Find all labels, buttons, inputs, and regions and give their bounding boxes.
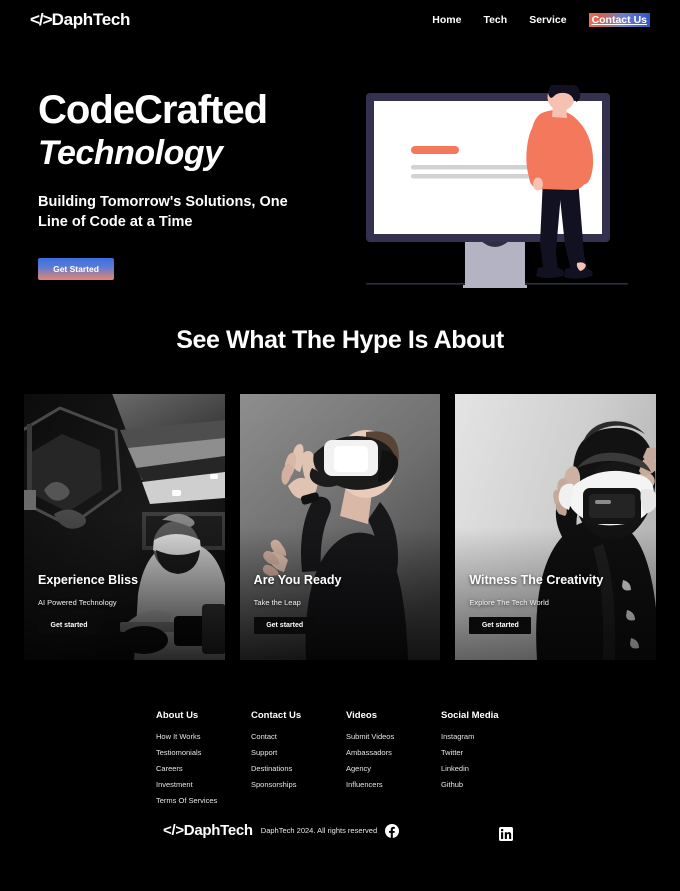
- footer-link-linkedin[interactable]: Linkedin: [441, 764, 561, 773]
- card-title-1: Experience Bliss: [38, 573, 139, 587]
- footer-bottom-inner: </>DaphTech DaphTech 2024. All rights re…: [163, 822, 400, 839]
- footer-bottom-bar: </>DaphTech DaphTech 2024. All rights re…: [0, 822, 680, 852]
- footer-link-ambassadors[interactable]: Ambassadors: [346, 748, 441, 757]
- card-subtitle-3: Explore The Tech World: [469, 598, 549, 607]
- feature-card-are-you-ready[interactable]: Are You Ready Take the Leap Get started: [239, 394, 441, 660]
- code-brackets-icon: </>: [163, 822, 184, 839]
- card-body-3: Witness The Creativity Explore The Tech …: [469, 573, 603, 634]
- feature-cards: Experience Bliss AI Powered Technology G…: [24, 394, 657, 660]
- nav-links: Home Tech Service Contact Us: [432, 13, 650, 27]
- footer-column-contact-us: Contact Us Contact Support Destinations …: [251, 710, 346, 812]
- hero-copy: CodeCrafted Technology Building Tomorrow…: [38, 88, 358, 281]
- footer-column-title-contact-us: Contact Us: [251, 710, 302, 721]
- footer-column-title-about-us: About Us: [156, 710, 199, 721]
- footer-column-title-social-media: Social Media: [441, 710, 499, 721]
- footer-link-contact[interactable]: Contact: [251, 732, 346, 741]
- card-get-started-button-2[interactable]: Get started: [253, 617, 316, 634]
- footer-link-testimonials[interactable]: Testiomonials: [156, 748, 251, 757]
- footer-link-terms-of-services[interactable]: Terms Of Services: [156, 796, 251, 805]
- footer-link-submit-videos[interactable]: Submit Videos: [346, 732, 441, 741]
- footer-link-github[interactable]: Github: [441, 780, 561, 789]
- card-get-started-button-3[interactable]: Get started: [469, 617, 532, 634]
- landing-page: </>DaphTech Home Tech Service Contact Us…: [0, 0, 680, 891]
- hero-title-line2: Technology: [38, 134, 223, 172]
- footer-link-support[interactable]: Support: [251, 748, 346, 757]
- card-body-1: Experience Bliss AI Powered Technology G…: [38, 573, 138, 634]
- card-title-2: Are You Ready: [253, 573, 342, 587]
- linkedin-icon[interactable]: [499, 827, 513, 841]
- card-body-2: Are You Ready Take the Leap Get started: [253, 573, 342, 634]
- hero-title-line1: CodeCrafted: [38, 88, 268, 132]
- footer-link-careers[interactable]: Careers: [156, 764, 251, 773]
- code-brackets-icon: </>: [30, 10, 53, 29]
- hero-illustration: [362, 80, 632, 300]
- footer-column-title-videos: Videos: [346, 710, 377, 721]
- copyright-text: DaphTech 2024. All rights reserved: [260, 826, 378, 835]
- footer-column-social-media: Social Media Instagram Twitter Linkedin …: [441, 710, 561, 812]
- brand-logo[interactable]: </>DaphTech: [30, 10, 130, 30]
- card-subtitle-1: AI Powered Technology: [38, 598, 117, 607]
- footer-column-about-us: About Us How It Works Testiomonials Care…: [156, 710, 251, 812]
- hero-get-started-button[interactable]: Get Started: [38, 258, 114, 281]
- footer-brand-logo[interactable]: </>DaphTech: [163, 822, 253, 839]
- footer-link-sponsorships[interactable]: Sponsorships: [251, 780, 346, 789]
- footer-link-twitter[interactable]: Twitter: [441, 748, 561, 757]
- footer-column-videos: Videos Submit Videos Ambassadors Agency …: [346, 710, 441, 812]
- navbar: </>DaphTech Home Tech Service Contact Us: [0, 0, 680, 40]
- feature-card-witness-the-creativity[interactable]: Witness The Creativity Explore The Tech …: [455, 394, 657, 660]
- footer-link-instagram[interactable]: Instagram: [441, 732, 561, 741]
- footer-link-agency[interactable]: Agency: [346, 764, 441, 773]
- nav-link-tech[interactable]: Tech: [483, 14, 507, 26]
- footer-link-destinations[interactable]: Destinations: [251, 764, 346, 773]
- brand-logo-text: DaphTech: [51, 10, 131, 29]
- nav-link-home[interactable]: Home: [432, 14, 461, 26]
- feature-card-experience-bliss[interactable]: Experience Bliss AI Powered Technology G…: [24, 394, 225, 660]
- nav-link-contact-us[interactable]: Contact Us: [588, 13, 650, 27]
- footer-links: About Us How It Works Testiomonials Care…: [156, 710, 576, 812]
- card-subtitle-2: Take the Leap: [253, 598, 301, 607]
- facebook-icon[interactable]: [385, 823, 400, 838]
- footer-link-investment[interactable]: Investment: [156, 780, 251, 789]
- footer-link-how-it-works[interactable]: How It Works: [156, 732, 251, 741]
- nav-link-service[interactable]: Service: [529, 14, 566, 26]
- footer-link-influencers[interactable]: Influencers: [346, 780, 441, 789]
- hero-section: CodeCrafted Technology Building Tomorrow…: [0, 60, 680, 300]
- card-get-started-button-1[interactable]: Get started: [38, 617, 100, 634]
- section-heading: See What The Hype Is About: [176, 326, 504, 354]
- card-title-3: Witness The Creativity: [469, 573, 604, 587]
- hero-subtitle: Building Tomorrow's Solutions, One Line …: [38, 194, 288, 230]
- footer-brand-logo-text: DaphTech: [183, 822, 253, 839]
